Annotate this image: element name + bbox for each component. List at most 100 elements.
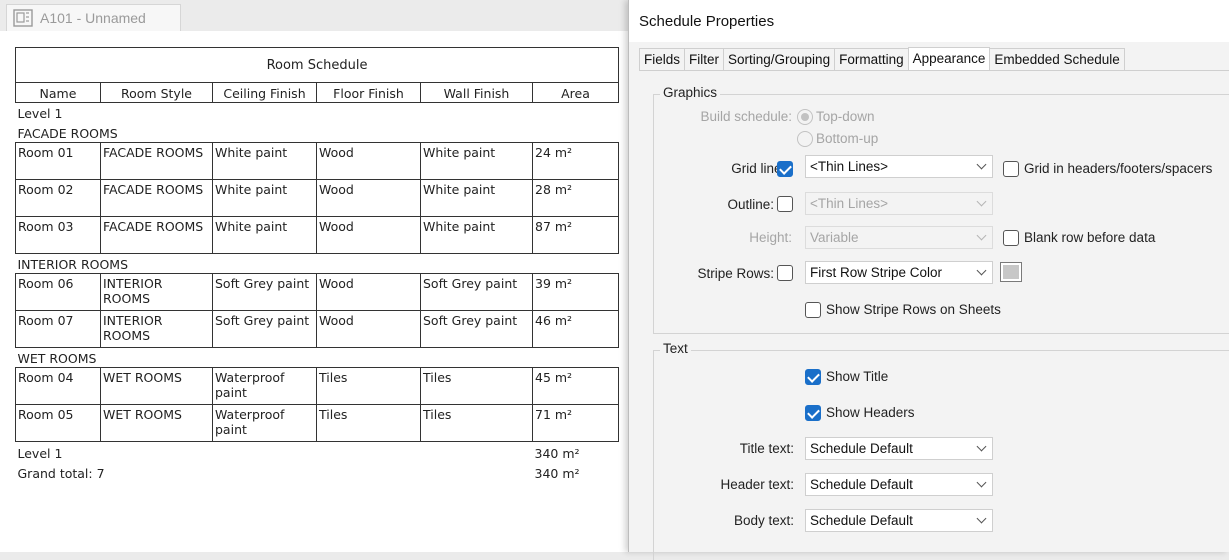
stripe-rows-checkbox[interactable] (777, 265, 793, 281)
stripe-color-dropdown[interactable]: First Row Stripe Color (805, 261, 993, 284)
tab-sorting-grouping[interactable]: Sorting/Grouping (723, 48, 836, 71)
table-cell[interactable]: WET ROOMS (100, 367, 213, 405)
table-cell[interactable]: Room 07 (15, 310, 101, 348)
table-cell[interactable]: WET ROOMS (100, 404, 213, 442)
title-text-label: Title text: (739, 441, 794, 456)
table-cell[interactable]: White paint (420, 179, 533, 217)
sheet-icon (13, 9, 33, 27)
table-cell[interactable]: Waterproof paint (212, 367, 317, 405)
schedule-title[interactable]: Room Schedule (14, 47, 620, 83)
table-row: Room 04 WET ROOMS Waterproof paint Tiles Til… (15, 367, 620, 405)
table-cell[interactable]: White paint (212, 216, 317, 254)
table-cell[interactable]: Waterproof paint (212, 404, 317, 442)
column-header[interactable]: Area (531, 82, 620, 103)
level-total-area[interactable]: 340 m² (532, 441, 619, 462)
grid-lines-checkbox[interactable] (777, 161, 793, 177)
stripe-color-swatch[interactable] (1000, 262, 1022, 282)
tab-strip: Fields Filter Sorting/Grouping Formattin… (639, 47, 1125, 71)
table-cell[interactable]: Room 05 (15, 404, 101, 442)
table-cell[interactable]: Tiles (420, 367, 533, 405)
column-header[interactable]: Name (15, 82, 101, 103)
show-title-checkbox[interactable] (805, 369, 821, 385)
view-tab[interactable]: A101 - Unnamed (6, 4, 181, 31)
table-cell[interactable]: Soft Grey paint (212, 310, 317, 348)
blank-row-checkbox[interactable] (1003, 230, 1019, 246)
tab-appearance[interactable]: Appearance (907, 47, 991, 71)
table-cell[interactable]: Soft Grey paint (212, 273, 317, 311)
chevron-down-icon (976, 196, 987, 207)
table-cell[interactable]: 28 m² (531, 179, 620, 217)
table-cell[interactable]: White paint (420, 216, 533, 254)
group-header-row: WET ROOMS (16, 348, 619, 368)
table-cell[interactable]: Room 01 (15, 142, 101, 180)
header-text-label: Header text: (720, 477, 794, 492)
table-cell[interactable]: Wood (316, 273, 421, 311)
table-row: Room 01 FACADE ROOMS White paint Wood White … (15, 142, 620, 180)
table-cell[interactable]: Tiles (316, 367, 421, 405)
table-cell[interactable]: Tiles (420, 404, 533, 442)
level-header-row: Level 1 (15, 102, 619, 123)
table-cell[interactable]: White paint (212, 179, 317, 217)
schedule-properties-dialog: Schedule Properties Fields Filter Sortin… (628, 0, 1229, 560)
show-headers-checkbox[interactable] (805, 405, 821, 421)
table-cell[interactable]: FACADE ROOMS (100, 216, 213, 254)
top-down-label: Top-down (816, 109, 875, 124)
outline-label: Outline: (727, 197, 774, 212)
grid-in-headers-checkbox[interactable] (1003, 161, 1019, 177)
group-header[interactable]: INTERIOR ROOMS (16, 254, 619, 274)
table-cell[interactable]: Soft Grey paint (420, 273, 533, 311)
table-cell[interactable]: FACADE ROOMS (100, 142, 213, 180)
outline-checkbox[interactable] (777, 196, 793, 212)
chevron-down-icon (976, 513, 987, 524)
table-cell[interactable]: 39 m² (531, 273, 620, 311)
table-cell[interactable]: Tiles (316, 404, 421, 442)
group-header[interactable]: WET ROOMS (16, 348, 619, 368)
grid-lines-dropdown[interactable]: <Thin Lines> (805, 155, 993, 178)
column-header[interactable]: Floor Finish (316, 82, 421, 103)
table-cell[interactable]: 87 m² (531, 216, 620, 254)
top-down-radio (797, 109, 813, 125)
table-cell[interactable]: FACADE ROOMS (100, 179, 213, 217)
grand-total-label[interactable]: Grand total: 7 (16, 462, 533, 482)
header-text-dropdown[interactable]: Schedule Default (805, 473, 993, 496)
table-cell[interactable]: White paint (420, 142, 533, 180)
chevron-down-icon (976, 441, 987, 452)
table-cell[interactable]: Wood (316, 310, 421, 348)
tab-formatting[interactable]: Formatting (834, 48, 909, 71)
dialog-titlebar[interactable]: Schedule Properties (629, 0, 1229, 42)
level-header[interactable]: Level 1 (15, 102, 619, 123)
table-cell[interactable]: Wood (316, 142, 421, 180)
table-cell[interactable]: Soft Grey paint (420, 310, 533, 348)
table-cell[interactable]: 71 m² (531, 404, 620, 442)
table-cell[interactable]: INTERIOR ROOMS (100, 310, 213, 348)
level-total-label[interactable]: Level 1 (15, 441, 533, 462)
column-header[interactable]: Room Style (100, 82, 213, 103)
table-cell[interactable]: INTERIOR ROOMS (100, 273, 213, 311)
body-text-dropdown[interactable]: Schedule Default (805, 509, 993, 532)
appearance-tab-panel: Graphics Build schedule: Top-down Bottom… (639, 70, 1229, 560)
header-text-value: Schedule Default (810, 477, 913, 492)
dialog-title: Schedule Properties (639, 12, 775, 30)
table-cell[interactable]: Room 04 (15, 367, 101, 405)
table-cell[interactable]: White paint (212, 142, 317, 180)
table-cell[interactable]: Wood (316, 179, 421, 217)
table-cell[interactable]: Room 03 (15, 216, 101, 254)
tab-fields[interactable]: Fields (639, 48, 686, 71)
table-cell[interactable]: Room 02 (15, 179, 101, 217)
tab-embedded-schedule[interactable]: Embedded Schedule (989, 48, 1125, 71)
group-header-row: INTERIOR ROOMS (16, 254, 619, 274)
show-stripe-sheets-checkbox[interactable] (805, 302, 821, 318)
grand-total-area[interactable]: 340 m² (533, 462, 619, 482)
group-header[interactable]: FACADE ROOMS (16, 123, 619, 143)
table-cell[interactable]: 45 m² (531, 367, 620, 405)
tab-filter[interactable]: Filter (684, 48, 725, 71)
grid-in-headers-label: Grid in headers/footers/spacers (1024, 161, 1213, 176)
column-header[interactable]: Wall Finish (420, 82, 533, 103)
outline-value: <Thin Lines> (810, 196, 889, 211)
table-cell[interactable]: Wood (316, 216, 421, 254)
table-cell[interactable]: Room 06 (15, 273, 101, 311)
title-text-dropdown[interactable]: Schedule Default (805, 437, 993, 460)
column-header[interactable]: Ceiling Finish (212, 82, 317, 103)
table-cell[interactable]: 24 m² (531, 142, 620, 180)
table-cell[interactable]: 46 m² (531, 310, 620, 348)
